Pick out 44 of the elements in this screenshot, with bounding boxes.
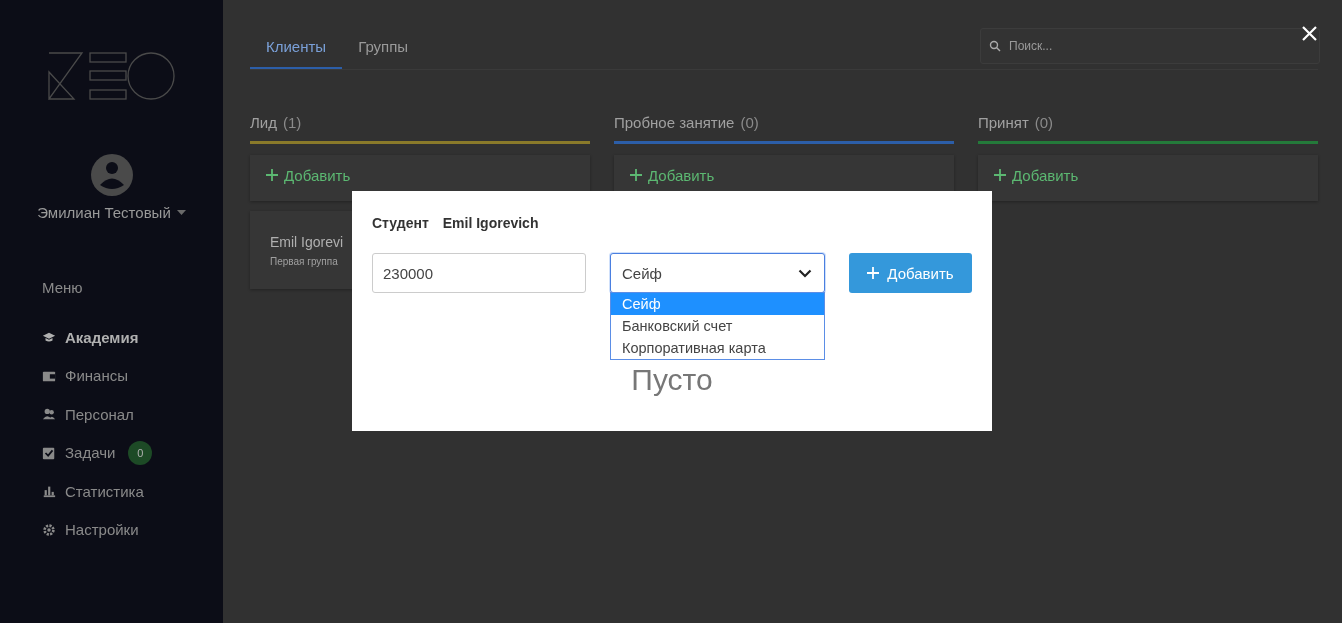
menu-item[interactable]: Финансы xyxy=(42,356,223,395)
tab[interactable]: Клиенты xyxy=(250,28,343,69)
menu-item[interactable]: Персонал xyxy=(42,395,223,434)
dropdown-option[interactable]: Сейф xyxy=(611,293,824,315)
column-count: (0) xyxy=(1034,114,1054,131)
close-icon[interactable] xyxy=(1302,26,1317,41)
amount-field[interactable]: 230000 xyxy=(372,253,586,293)
avatar-icon[interactable] xyxy=(90,154,133,196)
menu-item[interactable]: Статистика xyxy=(42,472,223,511)
search-input[interactable]: Поиск... xyxy=(1007,38,1301,54)
menu-item[interactable]: Академия xyxy=(42,318,223,357)
menu-icon xyxy=(42,522,56,537)
client-name: Emil Igorevi xyxy=(270,234,344,250)
column-count: (0) xyxy=(740,114,759,131)
user-name[interactable]: Эмилиан Тестовый xyxy=(37,204,171,221)
plus-icon xyxy=(630,169,642,181)
menu-icon xyxy=(42,407,56,422)
plus-icon xyxy=(867,267,880,279)
plus-icon xyxy=(266,169,278,181)
column-title: Пробное занятие xyxy=(614,114,735,131)
menu-item[interactable]: Задачи 0 xyxy=(42,433,223,472)
add-button[interactable]: Добавить xyxy=(849,253,972,293)
menu-icon xyxy=(42,484,56,499)
column-title: Лид xyxy=(250,114,277,131)
plus-icon xyxy=(994,169,1006,181)
tab[interactable]: Группы xyxy=(342,28,425,69)
count-badge: 0 xyxy=(128,440,153,465)
column-title: Принят xyxy=(978,114,1029,131)
menu-icon xyxy=(42,445,56,460)
student-label: Студент xyxy=(372,215,429,231)
add-button[interactable]: Добавить xyxy=(978,155,1318,201)
search-icon xyxy=(989,40,1001,52)
student-name: Emil Igorevich xyxy=(442,215,539,231)
column-count: (1) xyxy=(283,114,302,131)
dropdown-option[interactable]: Банковский счет xyxy=(611,315,824,337)
chevron-icon xyxy=(798,268,812,278)
empty-message: Пусто xyxy=(631,363,713,397)
menu-label: Меню xyxy=(42,279,83,296)
menu-item[interactable]: Настройки xyxy=(42,510,223,549)
group-name: Первая группа xyxy=(270,256,338,267)
account-select[interactable]: Сейф xyxy=(610,253,825,293)
search-field[interactable]: Поиск... xyxy=(980,28,1320,64)
dropdown-option[interactable]: Корпоративная карта xyxy=(611,337,824,359)
caret-icon[interactable] xyxy=(176,210,186,215)
